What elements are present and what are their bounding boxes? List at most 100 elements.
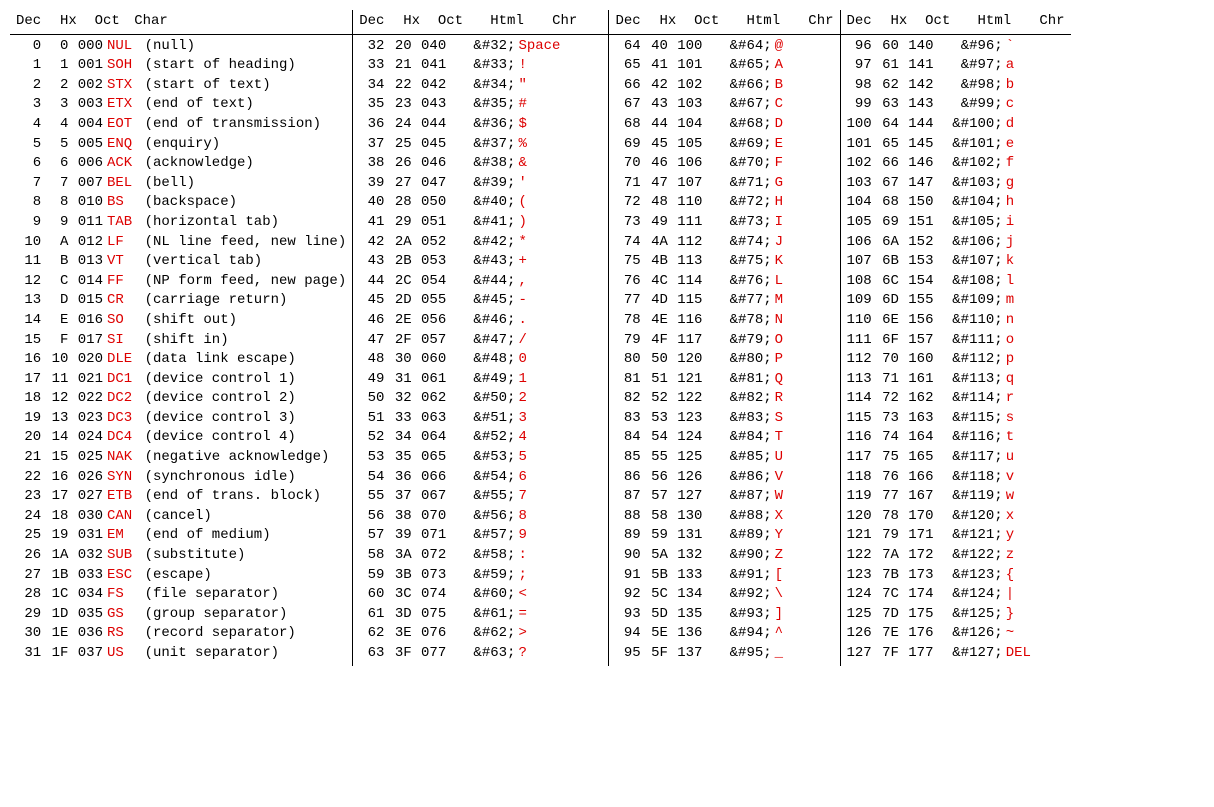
table-row: 2014024DC4(device control 4) xyxy=(16,428,346,448)
hdr-html: Html xyxy=(473,12,541,32)
cell-dec: 92 xyxy=(615,585,642,605)
cell-hx: 7B xyxy=(874,566,900,586)
cell-oct: 167 xyxy=(900,487,936,507)
cell-oct: 027 xyxy=(69,487,105,507)
table-row: 955F137&#95;_ xyxy=(615,644,833,664)
cell-sym: CAN xyxy=(105,507,141,527)
cell-oct: 052 xyxy=(413,233,449,253)
cell-dec: 32 xyxy=(359,37,386,57)
cell-sym: VT xyxy=(105,252,141,272)
cell-html: &#63; xyxy=(448,644,516,664)
cell-desc: (unit separator) xyxy=(141,644,279,664)
cell-dec: 0 xyxy=(16,37,43,57)
cell-html: &#121; xyxy=(936,526,1004,546)
cell-sym: SUB xyxy=(105,546,141,566)
cell-oct: 132 xyxy=(669,546,705,566)
table-row: 945E136&#94;^ xyxy=(615,624,833,644)
hdr-oct: Oct xyxy=(686,12,722,32)
cell-dec: 105 xyxy=(847,213,874,233)
cell-desc: (end of text) xyxy=(141,95,254,115)
cell-dec: 5 xyxy=(16,135,43,155)
cell-html: &#91; xyxy=(704,566,772,586)
cell-hx: 2C xyxy=(386,272,412,292)
cell-oct: 003 xyxy=(69,95,105,115)
cell-chr: y xyxy=(1004,526,1031,546)
cell-dec: 118 xyxy=(847,468,874,488)
table-row: 442C054&#44;, xyxy=(359,272,602,292)
cell-oct: 000 xyxy=(69,37,105,57)
cell-hx: 68 xyxy=(874,193,900,213)
cell-oct: 032 xyxy=(69,546,105,566)
cell-dec: 61 xyxy=(359,605,386,625)
cell-dec: 97 xyxy=(847,56,874,76)
cell-sym: STX xyxy=(105,76,141,96)
table-row: 3523043&#35;# xyxy=(359,95,602,115)
table-row: 2115025NAK(negative acknowledge) xyxy=(16,448,346,468)
cell-hx: 43 xyxy=(643,95,669,115)
table-row: 5234064&#52;4 xyxy=(359,428,602,448)
cell-dec: 124 xyxy=(847,585,874,605)
cell-oct: 005 xyxy=(69,135,105,155)
cell-dec: 31 xyxy=(16,644,43,664)
cell-sym: ACK xyxy=(105,154,141,174)
table-row: 10468150&#104;h xyxy=(847,193,1065,213)
cell-dec: 42 xyxy=(359,233,386,253)
cell-sym: LF xyxy=(105,233,141,253)
cell-oct: 141 xyxy=(900,56,936,76)
table-row: 261A032SUB(substitute) xyxy=(16,546,346,566)
table-row: 10266146&#102;f xyxy=(847,154,1065,174)
cell-desc: (NL line feed, new line) xyxy=(141,233,347,253)
cell-sym: GS xyxy=(105,605,141,625)
cell-oct: 131 xyxy=(669,526,705,546)
cell-hx: 4B xyxy=(643,252,669,272)
cell-dec: 107 xyxy=(847,252,874,272)
cell-sym: DC4 xyxy=(105,428,141,448)
cell-hx: 6C xyxy=(874,272,900,292)
cell-hx: 3D xyxy=(386,605,412,625)
table-row: 10367147&#103;g xyxy=(847,174,1065,194)
cell-dec: 4 xyxy=(16,115,43,135)
table-row: 1086C154&#108;l xyxy=(847,272,1065,292)
cell-dec: 76 xyxy=(615,272,642,292)
cell-html: &#65; xyxy=(704,56,772,76)
col4-header: Dec Hx Oct Html Chr xyxy=(841,10,1071,35)
cell-dec: 38 xyxy=(359,154,386,174)
cell-hx: 79 xyxy=(874,526,900,546)
cell-oct: 065 xyxy=(413,448,449,468)
cell-html: &#104; xyxy=(936,193,1004,213)
cell-oct: 161 xyxy=(900,370,936,390)
cell-hx: 42 xyxy=(643,76,669,96)
cell-sym: ETB xyxy=(105,487,141,507)
cell-hx: 6A xyxy=(874,233,900,253)
table-row: 8656126&#86;V xyxy=(615,468,833,488)
cell-desc: (device control 1) xyxy=(141,370,296,390)
table-row: 14E016SO(shift out) xyxy=(16,311,346,331)
cell-hx: 23 xyxy=(386,95,412,115)
table-row: 9963143&#99;c xyxy=(847,95,1065,115)
cell-chr: O xyxy=(773,331,800,351)
cell-hx: 3B xyxy=(386,566,412,586)
cell-hx: 3A xyxy=(386,546,412,566)
cell-hx: 1E xyxy=(43,624,69,644)
cell-chr: ? xyxy=(516,644,568,664)
cell-hx: 6 xyxy=(43,154,69,174)
cell-dec: 104 xyxy=(847,193,874,213)
cell-sym: ETX xyxy=(105,95,141,115)
hdr-dec: Dec xyxy=(615,12,642,32)
cell-dec: 83 xyxy=(615,409,642,429)
cell-dec: 111 xyxy=(847,331,874,351)
cell-oct: 140 xyxy=(900,37,936,57)
cell-hx: 1C xyxy=(43,585,69,605)
cell-hx: 38 xyxy=(386,507,412,527)
cell-html: &#62; xyxy=(448,624,516,644)
cell-hx: 5F xyxy=(643,644,669,664)
cell-hx: 3 xyxy=(43,95,69,115)
cell-hx: 40 xyxy=(643,37,669,57)
cell-html: &#47; xyxy=(448,331,516,351)
cell-oct: 041 xyxy=(413,56,449,76)
table-row: 3220040&#32;Space xyxy=(359,37,602,57)
cell-dec: 95 xyxy=(615,644,642,664)
cell-sym: DLE xyxy=(105,350,141,370)
cell-html: &#79; xyxy=(704,331,772,351)
cell-desc: (start of text) xyxy=(141,76,271,96)
